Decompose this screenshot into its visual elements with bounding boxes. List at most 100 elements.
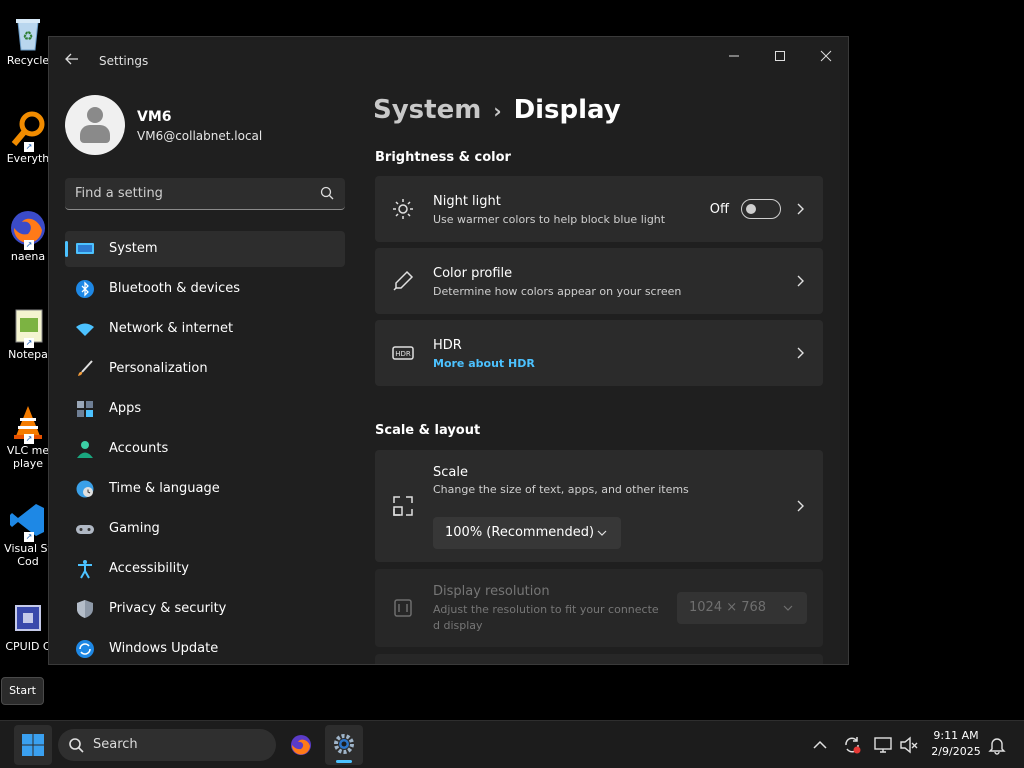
minimize-button[interactable] bbox=[711, 43, 757, 73]
chevron-right-icon bbox=[797, 347, 804, 359]
close-button[interactable] bbox=[803, 43, 848, 73]
sidebar-item-system[interactable]: System bbox=[65, 231, 345, 267]
sidebar-item-label: Apps bbox=[109, 401, 142, 416]
sidebar-item-accessibility[interactable]: Accessibility bbox=[65, 551, 345, 587]
taskbar-firefox[interactable] bbox=[282, 725, 320, 765]
scale-icon bbox=[393, 496, 413, 516]
night-light-state: Off bbox=[709, 202, 729, 217]
gaming-icon bbox=[76, 525, 94, 534]
sidebar-nav: System Bluetooth & devices Network & int… bbox=[65, 231, 345, 664]
resolution-desc-line1: Adjust the resolution to fit your connec… bbox=[433, 603, 659, 616]
sidebar-item-network[interactable]: Network & internet bbox=[65, 311, 345, 347]
sidebar-item-accounts[interactable]: Accounts bbox=[65, 431, 345, 467]
sidebar-item-time-language[interactable]: Time & language bbox=[65, 471, 345, 507]
search-icon bbox=[69, 738, 84, 753]
resolution-title: Display resolution bbox=[433, 584, 550, 599]
vlc-icon: ↗ bbox=[8, 402, 48, 444]
taskbar-clock[interactable]: 9:11 AM 2/9/2025 bbox=[926, 728, 986, 760]
sidebar-item-label: Accessibility bbox=[109, 561, 189, 576]
shield-icon bbox=[77, 600, 93, 618]
page-title: Display bbox=[513, 95, 621, 125]
shortcut-arrow-icon: ↗ bbox=[24, 240, 34, 250]
sidebar-item-label: Windows Update bbox=[109, 641, 219, 656]
windows-update-icon bbox=[76, 640, 94, 658]
sidebar-item-label: Time & language bbox=[109, 481, 220, 496]
sidebar-item-personalization[interactable]: Personalization bbox=[65, 351, 345, 387]
chevron-up-icon[interactable] bbox=[810, 735, 830, 755]
night-light-icon bbox=[393, 199, 413, 219]
more-about-hdr-link[interactable]: More about HDR bbox=[433, 357, 535, 370]
sidebar-item-gaming[interactable]: Gaming bbox=[65, 511, 345, 547]
sidebar-item-windows-update[interactable]: Windows Update bbox=[65, 631, 345, 664]
sidebar-item-apps[interactable]: Apps bbox=[65, 391, 345, 427]
eyedropper-icon bbox=[393, 270, 414, 291]
breadcrumb-system[interactable]: System bbox=[373, 95, 481, 125]
taskbar-search[interactable]: Search bbox=[58, 729, 276, 761]
svg-text:HDR: HDR bbox=[395, 350, 411, 358]
settings-window: Settings VM6 VM6@collabnet.local Find a … bbox=[48, 36, 849, 665]
find-setting-input[interactable]: Find a setting bbox=[65, 178, 345, 210]
display-resolution-card: Display resolution Adjust the resolution… bbox=[375, 569, 823, 647]
taskbar-search-label: Search bbox=[93, 737, 138, 752]
scale-value: 100% (Recommended) bbox=[445, 525, 595, 540]
sync-icon[interactable] bbox=[842, 735, 862, 755]
night-light-desc: Use warmer colors to help block blue lig… bbox=[433, 213, 666, 226]
title-bar[interactable]: Settings bbox=[49, 37, 848, 85]
scale-dropdown[interactable]: 100% (Recommended) bbox=[433, 517, 621, 549]
hdr-card[interactable]: HDR HDR More about HDR bbox=[375, 320, 823, 386]
sidebar-item-label: Personalization bbox=[109, 361, 208, 376]
taskbar-settings[interactable] bbox=[325, 725, 363, 765]
sidebar-item-label: Accounts bbox=[109, 441, 169, 456]
color-profile-desc: Determine how colors appear on your scre… bbox=[433, 285, 682, 298]
cpuid-icon bbox=[8, 598, 48, 638]
sidebar-item-bluetooth[interactable]: Bluetooth & devices bbox=[65, 271, 345, 307]
chevron-right-icon bbox=[797, 500, 804, 512]
start-tooltip: Start bbox=[1, 677, 44, 705]
arrow-left-icon bbox=[65, 53, 78, 65]
bluetooth-icon bbox=[76, 280, 94, 298]
resolution-value: 1024 × 768 bbox=[689, 600, 767, 615]
start-button[interactable] bbox=[14, 725, 52, 765]
brush-icon bbox=[78, 360, 93, 376]
section-title-scale-layout: Scale & layout bbox=[375, 423, 481, 438]
firefox-icon bbox=[291, 735, 311, 755]
scale-desc: Change the size of text, apps, and other… bbox=[433, 483, 689, 496]
shortcut-arrow-icon: ↗ bbox=[24, 434, 34, 444]
recycle-bin-icon: ♻ bbox=[8, 12, 48, 52]
back-button[interactable] bbox=[61, 51, 83, 71]
active-app-indicator bbox=[336, 760, 352, 763]
color-profile-card[interactable]: Color profile Determine how colors appea… bbox=[375, 248, 823, 314]
time-language-icon bbox=[76, 480, 94, 498]
sidebar-item-label: Network & internet bbox=[109, 321, 234, 336]
notification-bell-icon[interactable] bbox=[987, 735, 1007, 755]
maximize-button[interactable] bbox=[757, 43, 803, 73]
sidebar-item-privacy-security[interactable]: Privacy & security bbox=[65, 591, 345, 627]
svg-text:♻: ♻ bbox=[23, 29, 34, 43]
avatar bbox=[65, 95, 125, 155]
volume-muted-icon[interactable] bbox=[899, 735, 919, 755]
accounts-icon bbox=[77, 441, 93, 458]
accessibility-icon bbox=[78, 560, 92, 579]
night-light-card[interactable]: Night light Use warmer colors to help bl… bbox=[375, 176, 823, 242]
sidebar-item-label: System bbox=[109, 241, 158, 256]
chevron-down-icon bbox=[597, 530, 607, 536]
clock-date: 2/9/2025 bbox=[931, 745, 981, 758]
search-icon bbox=[320, 186, 334, 200]
scale-card[interactable]: Scale Change the size of text, apps, and… bbox=[375, 450, 823, 562]
night-light-toggle[interactable] bbox=[741, 199, 781, 219]
apps-icon bbox=[77, 401, 93, 417]
user-profile[interactable]: VM6 VM6@collabnet.local bbox=[65, 95, 365, 155]
window-title: Settings bbox=[99, 54, 149, 68]
user-name: VM6 bbox=[137, 109, 172, 125]
night-light-title: Night light bbox=[433, 194, 501, 209]
network-monitor-icon[interactable] bbox=[873, 735, 893, 755]
system-icon bbox=[76, 243, 94, 254]
shortcut-arrow-icon: ↗ bbox=[24, 532, 34, 542]
vscode-icon: ↗ bbox=[8, 500, 48, 542]
chevron-down-icon bbox=[783, 605, 793, 611]
hdr-icon: HDR bbox=[392, 346, 414, 360]
resolution-desc-line2: d display bbox=[433, 619, 483, 632]
sidebar-item-label: Gaming bbox=[109, 521, 160, 536]
toggle-knob bbox=[746, 204, 756, 214]
next-setting-card[interactable] bbox=[375, 654, 823, 664]
